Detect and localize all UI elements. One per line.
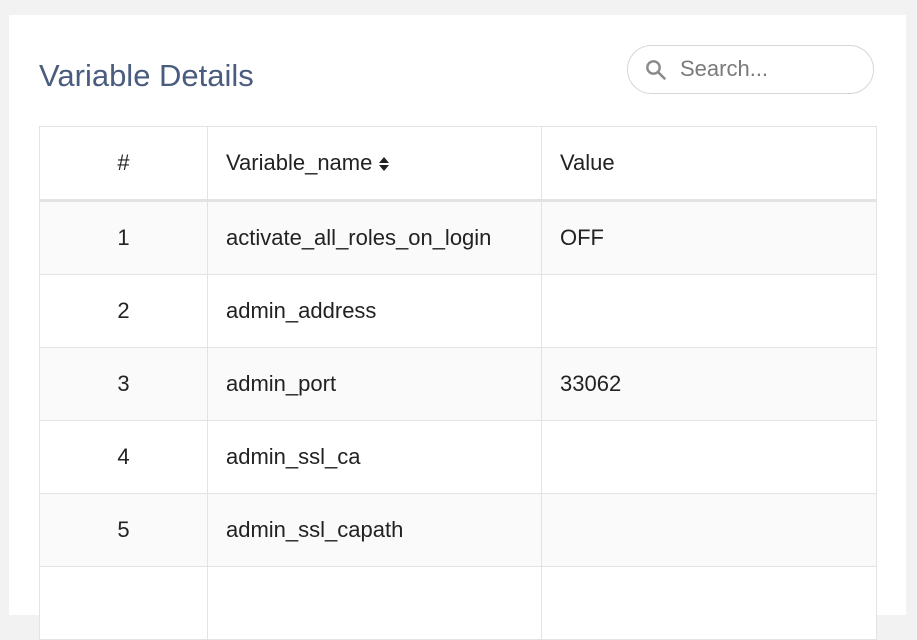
page-title: Variable Details — [39, 58, 254, 93]
search-box[interactable] — [627, 45, 874, 94]
value-cell — [541, 274, 877, 348]
search-input[interactable] — [680, 54, 860, 84]
variable-name-cell: admin_ssl_ca — [207, 420, 542, 494]
column-header-variable-name[interactable]: Variable_name — [207, 126, 542, 202]
sort-icon[interactable] — [378, 155, 390, 173]
variable-name-cell: admin_port — [207, 347, 542, 421]
value-cell — [541, 566, 877, 640]
table-row[interactable]: 3 admin_port 33062 — [39, 347, 877, 421]
table-row[interactable]: 5 admin_ssl_capath — [39, 493, 877, 567]
value-cell: 33062 — [541, 347, 877, 421]
variable-name-cell: activate_all_roles_on_login — [207, 200, 542, 275]
row-number — [39, 566, 208, 640]
table-row[interactable]: 2 admin_address — [39, 274, 877, 348]
variable-name-cell — [207, 566, 542, 640]
table-row[interactable] — [39, 566, 877, 640]
variable-name-cell: admin_ssl_capath — [207, 493, 542, 567]
column-header-variable-name-label: Variable_name — [226, 150, 373, 175]
row-number: 5 — [39, 493, 208, 567]
table-header-row: # Variable_name Value — [39, 126, 877, 202]
search-icon — [646, 60, 666, 80]
table-row[interactable]: 1 activate_all_roles_on_login OFF — [39, 200, 877, 275]
variables-table: # Variable_name Value 1 activate_all_rol… — [39, 126, 877, 640]
row-number: 3 — [39, 347, 208, 421]
row-number: 4 — [39, 420, 208, 494]
column-header-value[interactable]: Value — [541, 126, 877, 202]
column-header-number-label: # — [117, 150, 130, 175]
table-row[interactable]: 4 admin_ssl_ca — [39, 420, 877, 494]
row-number: 1 — [39, 200, 208, 275]
column-header-value-label: Value — [560, 150, 615, 175]
value-cell: OFF — [541, 200, 877, 275]
value-cell — [541, 420, 877, 494]
variable-name-cell: admin_address — [207, 274, 542, 348]
row-number: 2 — [39, 274, 208, 348]
column-header-number[interactable]: # — [39, 126, 208, 202]
variable-details-panel: Variable Details # Variable_name Value — [9, 15, 906, 640]
value-cell — [541, 493, 877, 567]
